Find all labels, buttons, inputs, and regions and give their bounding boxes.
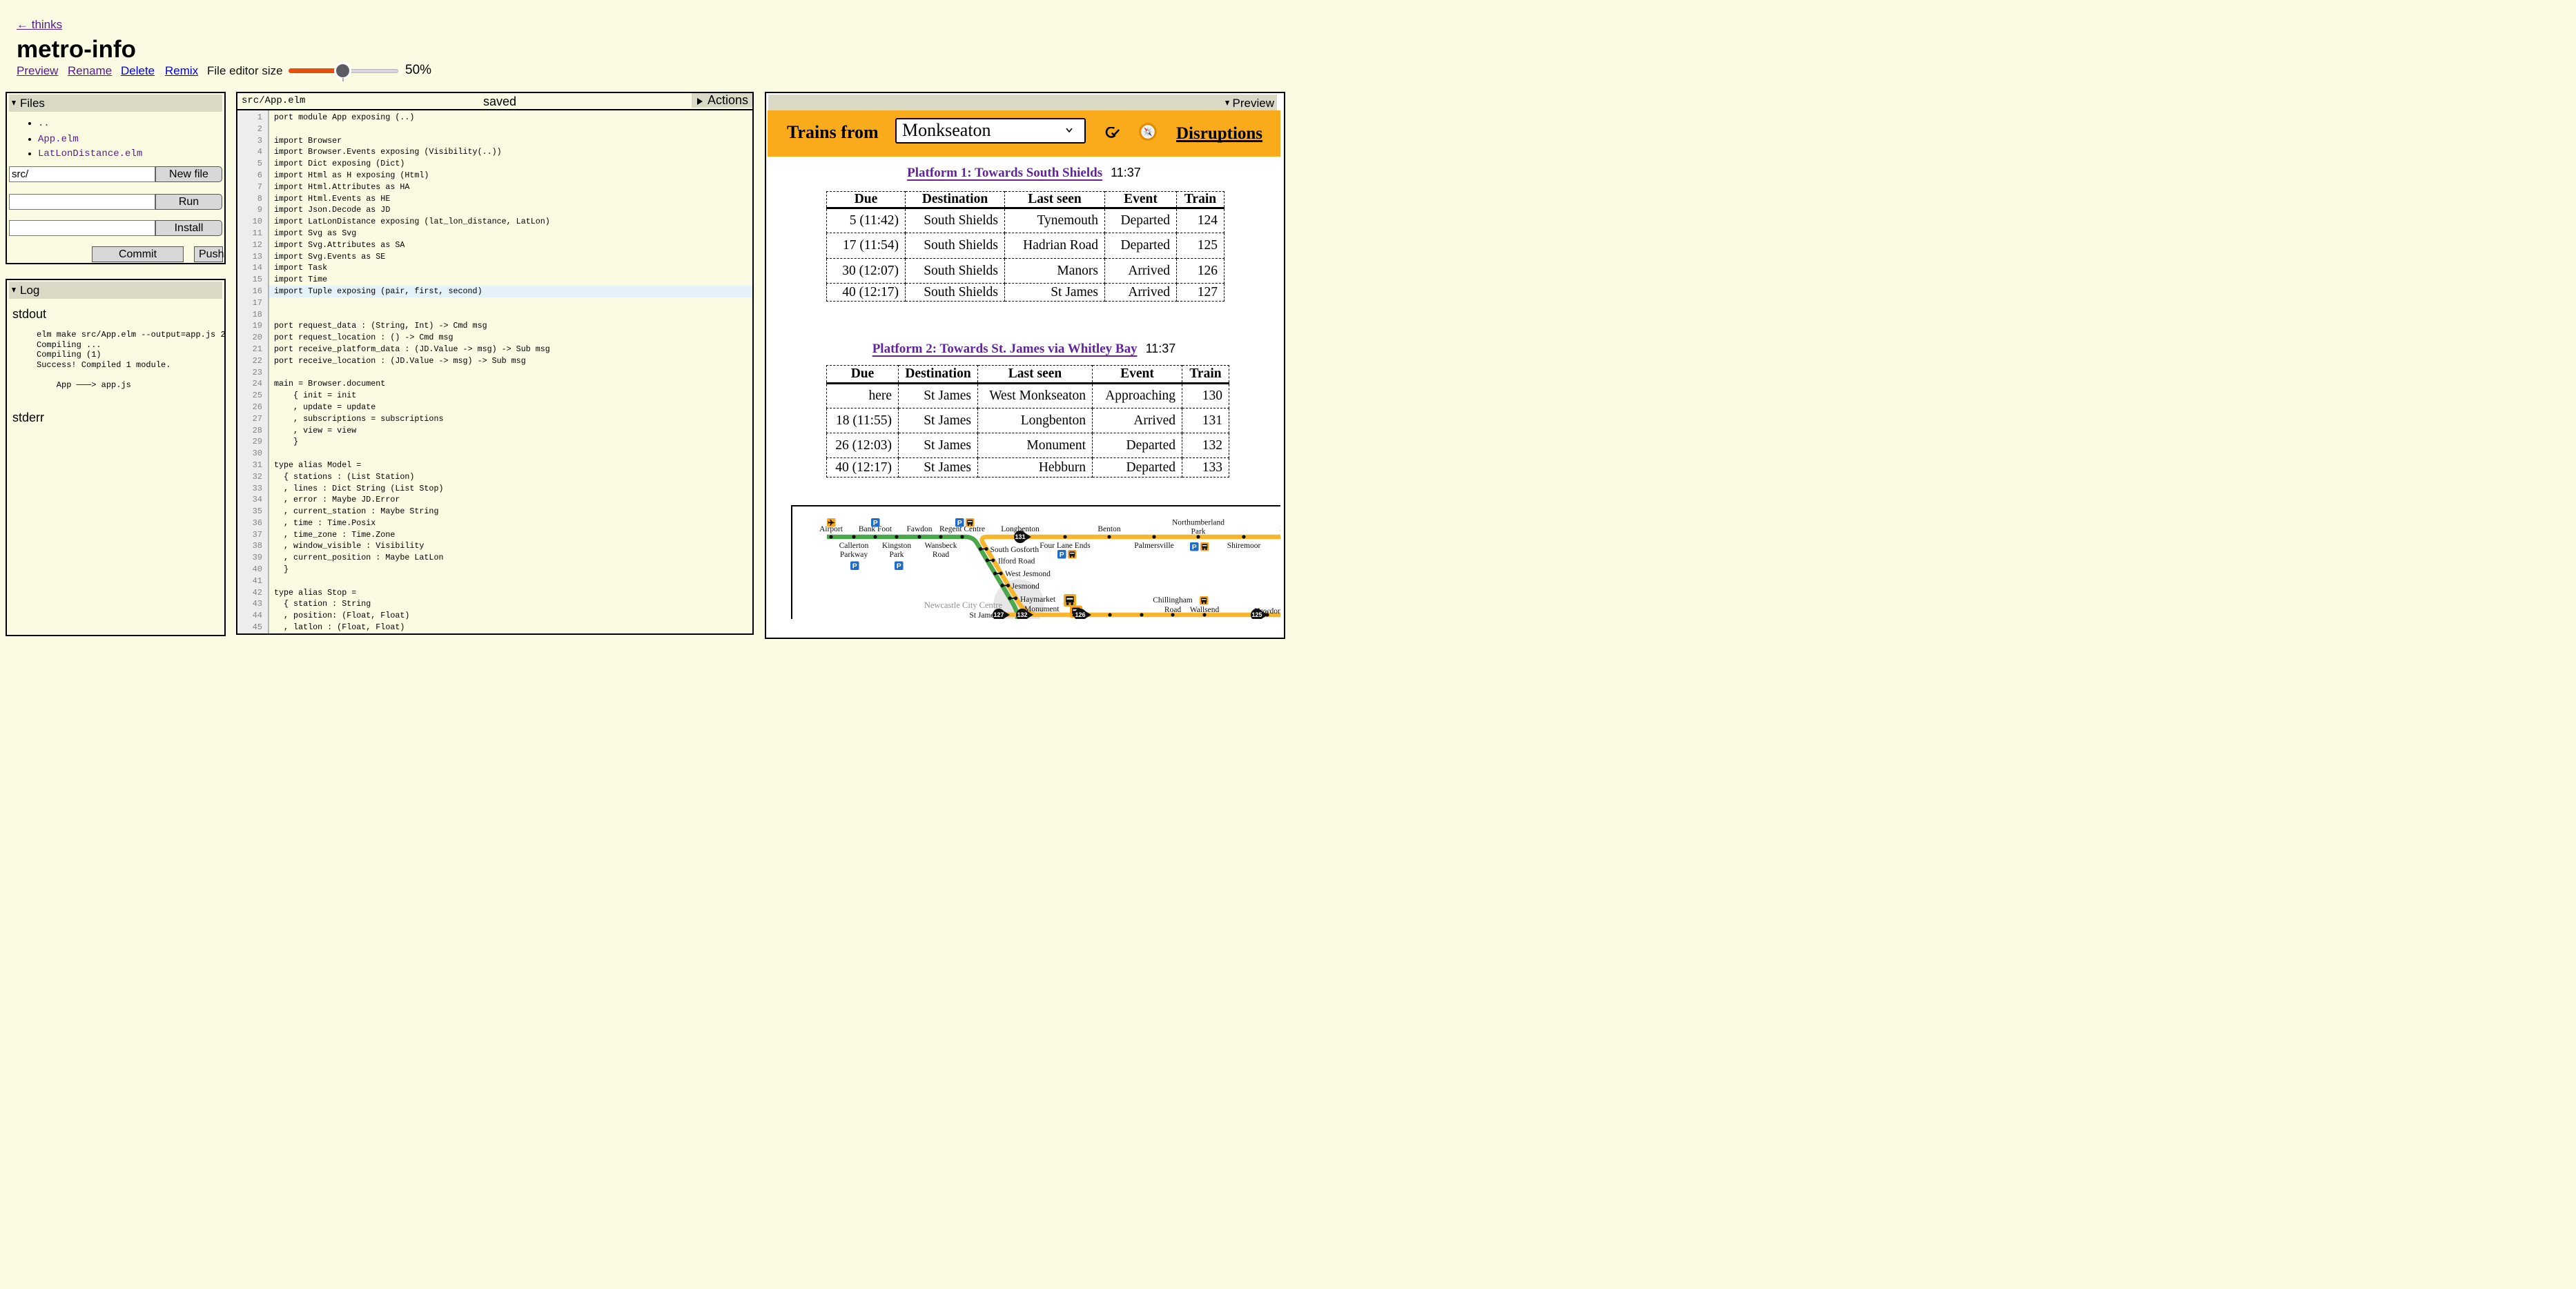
- svg-text:Fawdon: Fawdon: [906, 525, 932, 533]
- svg-text:P: P: [852, 562, 857, 571]
- svg-text:Road: Road: [1164, 606, 1182, 614]
- svg-text:127: 127: [993, 611, 1004, 618]
- svg-text:Chillingham: Chillingham: [1153, 596, 1193, 604]
- svg-text:125: 125: [1251, 611, 1262, 618]
- svg-text:131: 131: [1015, 533, 1025, 540]
- svg-text:Ilford Road: Ilford Road: [998, 558, 1035, 566]
- svg-text:Monument: Monument: [1024, 605, 1060, 613]
- svg-text:Jesmond: Jesmond: [1012, 582, 1040, 591]
- svg-text:Shiremoor: Shiremoor: [1227, 542, 1261, 550]
- svg-text:132: 132: [1017, 611, 1027, 618]
- svg-text:Road: Road: [933, 551, 950, 559]
- svg-text:P: P: [1060, 551, 1064, 559]
- svg-text:P: P: [957, 519, 962, 527]
- svg-text:Benton: Benton: [1097, 525, 1120, 533]
- svg-text:Callerton: Callerton: [839, 542, 869, 550]
- svg-text:Haymarket: Haymarket: [1020, 596, 1056, 604]
- svg-text:Kingston: Kingston: [882, 542, 911, 550]
- svg-text:Park: Park: [889, 551, 904, 559]
- svg-text:Four Lane Ends: Four Lane Ends: [1040, 542, 1091, 550]
- svg-text:P: P: [897, 562, 901, 571]
- svg-text:Wansbeck: Wansbeck: [925, 542, 957, 550]
- svg-text:Newcastle City Centre: Newcastle City Centre: [924, 600, 1003, 610]
- svg-text:South Gosforth: South Gosforth: [991, 546, 1040, 554]
- svg-text:Wallsend: Wallsend: [1190, 606, 1220, 614]
- svg-text:West Jesmond: West Jesmond: [1005, 570, 1051, 578]
- svg-text:Palmersville: Palmersville: [1134, 542, 1174, 550]
- svg-text:Parkway: Parkway: [840, 551, 868, 559]
- svg-text:P: P: [873, 519, 878, 527]
- svg-text:Park: Park: [1191, 528, 1205, 536]
- svg-text:126: 126: [1075, 611, 1085, 618]
- svg-text:Northumberland: Northumberland: [1172, 519, 1224, 527]
- svg-text:P: P: [1192, 543, 1197, 551]
